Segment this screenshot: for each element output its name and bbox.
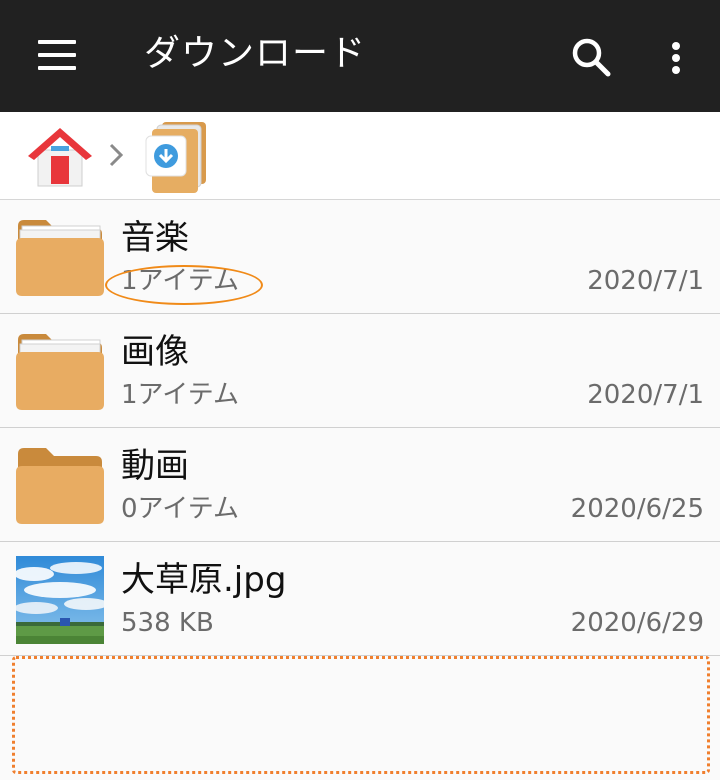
image-thumbnail [16,556,104,644]
modified-date: 2020/7/1 [587,380,704,410]
file-name: 音楽 [121,218,189,258]
app-bar: ダウンロード [0,0,720,112]
list-item[interactable]: 動画 0アイテム 2020/6/25 [0,428,720,542]
file-name: 動画 [121,446,189,486]
file-list: 音楽 1アイテム 2020/7/1 画像 1アイテム 2020/7/1 動画 0… [0,200,720,656]
menu-button[interactable] [22,26,90,86]
modified-date: 2020/7/1 [587,266,704,296]
modified-date: 2020/6/29 [570,608,704,638]
download-folder-icon [145,122,206,193]
more-options-button[interactable] [652,32,700,84]
chevron-right-icon [109,143,124,167]
modified-date: 2020/6/25 [570,494,704,524]
item-count: 0アイテム [121,494,239,524]
list-item[interactable]: 音楽 1アイテム 2020/7/1 [0,200,720,314]
page-title: ダウンロード [144,33,367,74]
breadcrumb-home[interactable] [24,122,96,192]
folder-icon [14,214,106,300]
file-size: 538 KB [121,608,214,638]
folder-icon [14,442,106,528]
home-icon [28,128,92,187]
search-button[interactable] [566,32,618,84]
breadcrumb [0,112,720,200]
item-count: 1アイテム [121,266,239,296]
list-item[interactable]: 画像 1アイテム 2020/7/1 [0,314,720,428]
list-item[interactable]: 大草原.jpg 538 KB 2020/6/29 [0,542,720,656]
file-name: 画像 [121,332,189,372]
breadcrumb-download-folder[interactable] [140,120,210,194]
empty-drop-zone [12,656,710,774]
folder-icon [14,328,106,414]
search-icon [572,38,611,77]
file-name: 大草原.jpg [121,560,287,600]
breadcrumb-separator [104,140,128,170]
item-count: 1アイテム [121,380,239,410]
